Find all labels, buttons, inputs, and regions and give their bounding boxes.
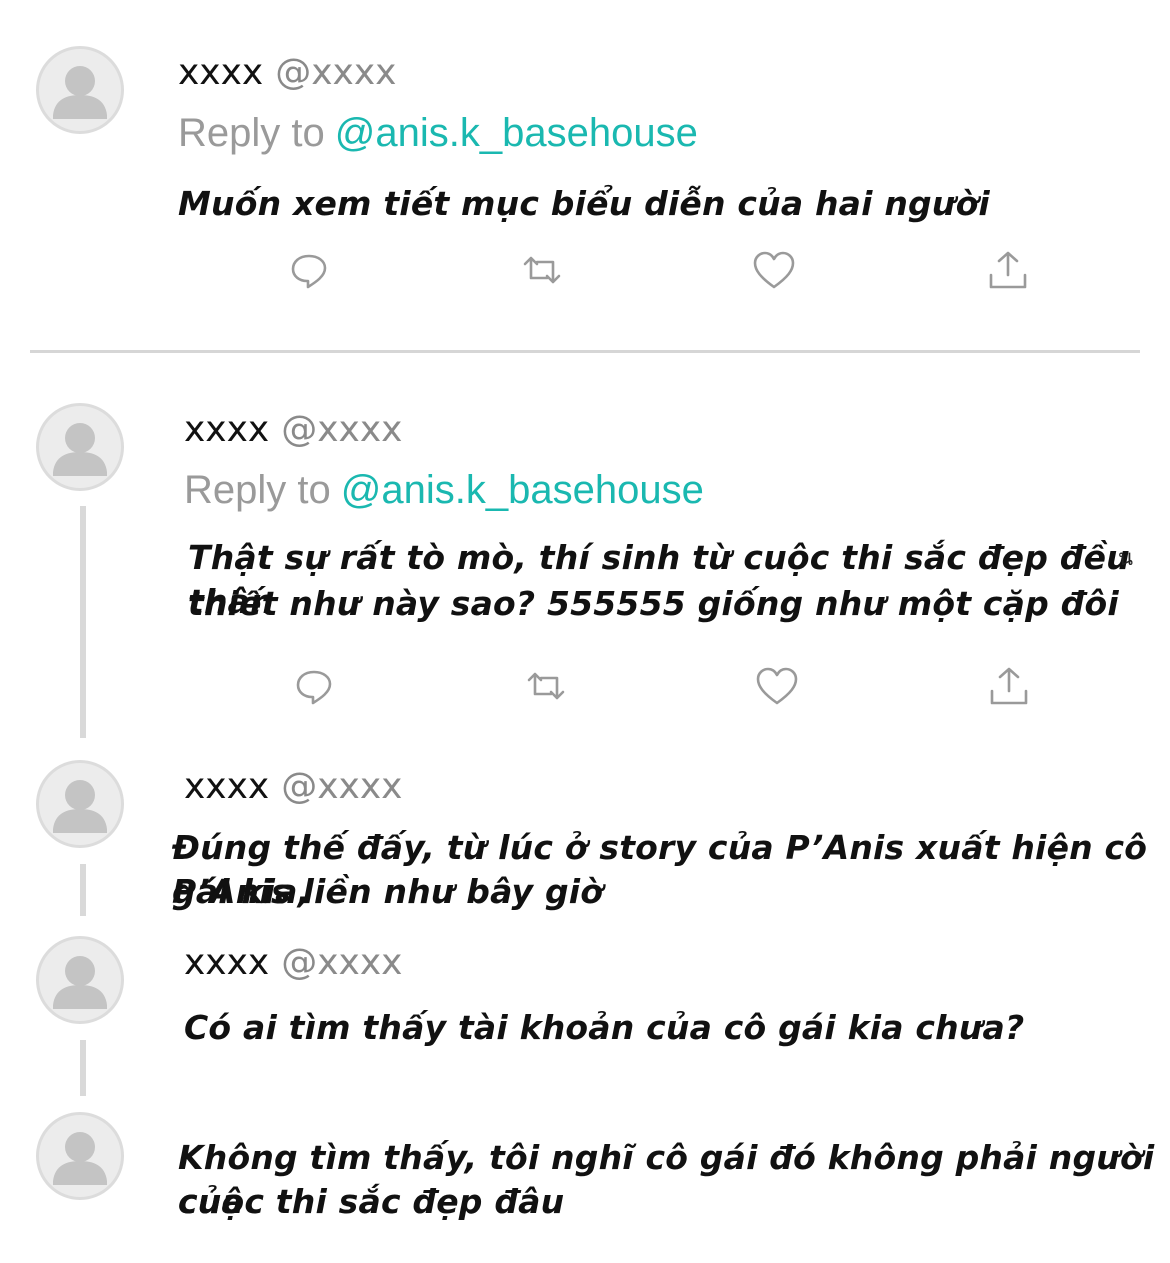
author-name[interactable]: xxxx <box>184 766 269 807</box>
share-icon <box>989 251 1027 289</box>
author-handle[interactable]: @xxxx <box>275 52 396 93</box>
tweet-text-line: P’Anis liền như bây giờ <box>172 872 604 911</box>
thread-connector <box>80 1040 86 1096</box>
user-silhouette-icon <box>53 66 107 119</box>
retweet-button[interactable] <box>524 664 568 708</box>
retweet-icon <box>523 256 561 284</box>
avatar[interactable] <box>36 403 124 491</box>
reply-to-line: Reply to @anis.k_basehouse <box>184 467 704 513</box>
author-handle[interactable]: @xxxx <box>281 409 402 450</box>
thread-connector <box>80 864 86 916</box>
reply-to-label: Reply to <box>178 111 325 155</box>
avatar[interactable] <box>36 1112 124 1200</box>
thread-connector <box>80 506 86 738</box>
stray-glyph: น <box>1118 546 1134 571</box>
author-line: xxxx @xxxx <box>184 942 402 984</box>
reply-to-line: Reply to @anis.k_basehouse <box>178 110 698 156</box>
author-handle[interactable]: @xxxx <box>281 766 402 807</box>
tweet-text: Muốn xem tiết mục biểu diễn của hai ngườ… <box>178 184 990 223</box>
author-name[interactable]: xxxx <box>184 409 269 450</box>
like-button[interactable] <box>755 664 799 708</box>
author-line: xxxx @xxxx <box>184 766 402 808</box>
like-button[interactable] <box>752 248 796 292</box>
author-handle[interactable]: @xxxx <box>281 942 402 983</box>
reply-mention-link[interactable]: @anis.k_basehouse <box>341 468 704 512</box>
user-silhouette-icon <box>53 1132 107 1185</box>
tweet-text-line: thiết như này sao? 555555 giống như một … <box>188 584 1119 623</box>
avatar[interactable] <box>36 760 124 848</box>
reply-button[interactable] <box>292 664 336 708</box>
avatar[interactable] <box>36 936 124 1024</box>
divider <box>30 350 1140 353</box>
share-icon <box>990 667 1028 705</box>
avatar[interactable] <box>36 46 124 134</box>
author-name[interactable]: xxxx <box>178 52 263 93</box>
like-icon <box>756 667 798 705</box>
tweet-text-line: cuộc thi sắc đẹp đâu <box>178 1182 565 1221</box>
author-line: xxxx @xxxx <box>178 52 396 94</box>
reply-icon <box>291 254 327 289</box>
retweet-button[interactable] <box>520 248 564 292</box>
retweet-icon <box>527 672 565 700</box>
author-line: xxxx @xxxx <box>184 409 402 451</box>
tweet-text: Có ai tìm thấy tài khoản của cô gái kia … <box>184 1008 1025 1047</box>
share-button[interactable] <box>987 664 1031 708</box>
reply-mention-link[interactable]: @anis.k_basehouse <box>335 111 698 155</box>
reply-icon <box>296 670 332 705</box>
user-silhouette-icon <box>53 956 107 1009</box>
reply-to-label: Reply to <box>184 468 331 512</box>
author-name[interactable]: xxxx <box>184 942 269 983</box>
share-button[interactable] <box>986 248 1030 292</box>
user-silhouette-icon <box>53 780 107 833</box>
like-icon <box>753 251 795 289</box>
user-silhouette-icon <box>53 423 107 476</box>
reply-button[interactable] <box>287 248 331 292</box>
